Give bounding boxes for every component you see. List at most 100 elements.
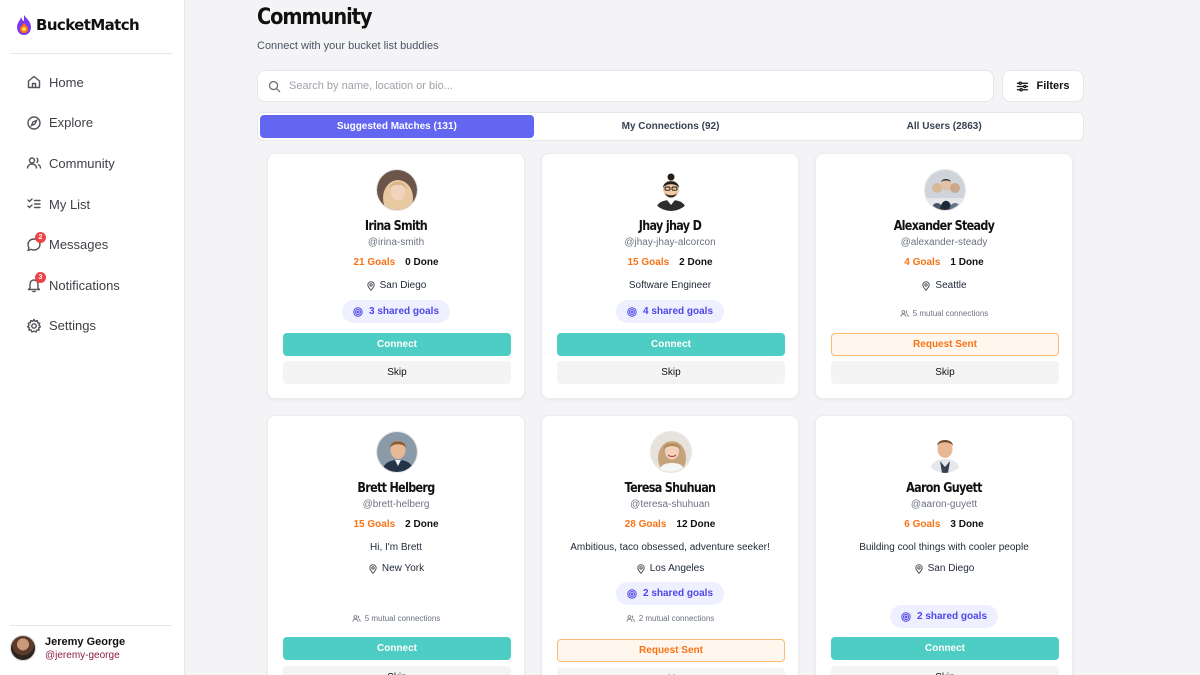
sidebar-item-label: Community (49, 155, 115, 171)
filters-button[interactable]: Filters (1002, 70, 1084, 102)
target-icon (353, 306, 363, 317)
skip-button[interactable]: Skip (557, 668, 785, 675)
notifications-badge: 3 (35, 272, 46, 284)
sidebar-item-settings[interactable]: Settings (0, 306, 185, 347)
connect-button[interactable]: Connect (283, 637, 511, 660)
sidebar-divider (10, 625, 172, 626)
message-icon: 2 (26, 231, 46, 253)
users-icon (900, 310, 909, 317)
search-icon (268, 80, 281, 92)
sliders-icon (1017, 81, 1029, 91)
sidebar-item-label: Notifications (49, 277, 120, 293)
map-pin-icon (366, 280, 375, 291)
user-card: Alexander Steady @alexander-steady 4 Goa… (815, 153, 1073, 399)
user-location: San Diego (816, 563, 1072, 574)
done-count: 1 Done (950, 257, 984, 268)
avatar[interactable] (924, 169, 966, 211)
location-text: San Diego (927, 563, 975, 574)
skip-button[interactable]: Skip (831, 361, 1059, 384)
tab-suggested-matches[interactable]: Suggested Matches (131) (260, 115, 534, 138)
shared-goals-badge[interactable]: 3 shared goals (341, 300, 451, 323)
sidebar-item-label: Explore (49, 115, 94, 131)
skip-button[interactable]: Skip (831, 666, 1059, 675)
connect-button[interactable]: Connect (283, 333, 511, 356)
avatar[interactable] (376, 169, 418, 211)
avatar[interactable] (924, 431, 966, 473)
goals-count: 4 Goals (904, 257, 941, 268)
user-handle: @jeremy-george (45, 649, 120, 661)
user-location: New York (268, 563, 524, 574)
user-name[interactable]: Alexander Steady (834, 219, 1054, 234)
target-icon (627, 306, 637, 317)
app-logo[interactable]: BucketMatch (16, 14, 140, 36)
filters-label: Filters (1036, 80, 1070, 92)
tab-all-users[interactable]: All Users (2863) (807, 115, 1081, 138)
sidebar-item-label: Home (49, 74, 84, 90)
location-text: New York (381, 563, 425, 574)
map-pin-icon (637, 563, 645, 574)
done-count: 12 Done (676, 519, 716, 530)
user-bio: Building cool things with cooler people (859, 542, 1029, 553)
user-location: San Diego (268, 280, 524, 291)
main-content: Community Connect with your bucket list … (185, 0, 1200, 675)
sidebar-item-messages[interactable]: 2 Messages (0, 224, 185, 265)
sidebar-nav: Home Explore Community My List 2 Message… (0, 62, 185, 346)
user-handle: @alexander-steady (900, 237, 988, 248)
user-bio: Software Engineer (628, 280, 712, 291)
mutual-connections: 5 mutual connections (268, 614, 524, 623)
shared-goals-badge[interactable]: 4 shared goals (615, 300, 725, 323)
request-sent-button[interactable]: Request Sent (831, 333, 1059, 356)
sidebar-item-label: Settings (49, 318, 96, 334)
goal-stats: 4 Goals 1 Done (816, 257, 1072, 268)
user-name[interactable]: Aaron Guyett (834, 481, 1054, 496)
avatar[interactable] (650, 431, 692, 473)
current-user[interactable]: Jeremy George @jeremy-george (10, 635, 125, 661)
mutual-connections: 2 mutual connections (542, 614, 798, 623)
request-sent-button[interactable]: Request Sent (557, 639, 785, 662)
sidebar-item-label: Messages (49, 237, 109, 253)
gear-icon (26, 318, 42, 334)
user-name[interactable]: Jhay jhay D (560, 219, 780, 234)
done-count: 2 Done (405, 519, 439, 530)
goal-stats: 15 Goals 2 Done (268, 519, 524, 530)
sidebar: BucketMatch Home Explore Community My Li… (0, 0, 185, 675)
user-name[interactable]: Teresa Shuhuan (560, 481, 780, 496)
user-name[interactable]: Irina Smith (286, 219, 506, 234)
tab-my-connections[interactable]: My Connections (92) (534, 115, 808, 138)
connect-button[interactable]: Connect (557, 333, 785, 356)
app-name: BucketMatch (36, 16, 140, 34)
done-count: 0 Done (405, 257, 439, 268)
goals-count: 6 Goals (904, 519, 941, 530)
compass-icon (26, 115, 42, 131)
skip-button[interactable]: Skip (283, 666, 511, 675)
tab-bar: Suggested Matches (131) My Connections (… (257, 112, 1084, 141)
done-count: 3 Done (950, 519, 984, 530)
goal-stats: 15 Goals 2 Done (542, 257, 798, 268)
target-icon (901, 611, 911, 622)
users-icon (352, 615, 361, 622)
sidebar-item-explore[interactable]: Explore (0, 103, 185, 144)
shared-goals-text: 3 shared goals (368, 306, 440, 317)
skip-button[interactable]: Skip (557, 361, 785, 384)
shared-goals-badge[interactable]: 2 shared goals (889, 605, 999, 628)
user-handle: @teresa-shuhuan (630, 499, 710, 510)
mutual-connections-text: 5 mutual connections (364, 614, 441, 623)
avatar[interactable] (650, 169, 692, 211)
avatar[interactable] (376, 431, 418, 473)
connect-button[interactable]: Connect (831, 637, 1059, 660)
search-input[interactable] (289, 80, 969, 92)
sidebar-item-my-list[interactable]: My List (0, 184, 185, 225)
user-card: Jhay jhay D @jhay-jhay-alcorcon 15 Goals… (541, 153, 799, 399)
skip-button[interactable]: Skip (283, 361, 511, 384)
sidebar-item-notifications[interactable]: 3 Notifications (0, 265, 185, 306)
user-name: Jeremy George (45, 635, 126, 648)
goals-count: 21 Goals (353, 257, 396, 268)
goals-count: 28 Goals (624, 519, 667, 530)
sidebar-item-community[interactable]: Community (0, 143, 185, 184)
search-bar[interactable] (257, 70, 994, 102)
sidebar-item-home[interactable]: Home (0, 62, 185, 103)
user-name[interactable]: Brett Helberg (286, 481, 506, 496)
user-card: Aaron Guyett @aaron-guyett 6 Goals 3 Done… (815, 415, 1073, 675)
users-icon (626, 615, 635, 622)
shared-goals-badge[interactable]: 2 shared goals (615, 582, 725, 605)
